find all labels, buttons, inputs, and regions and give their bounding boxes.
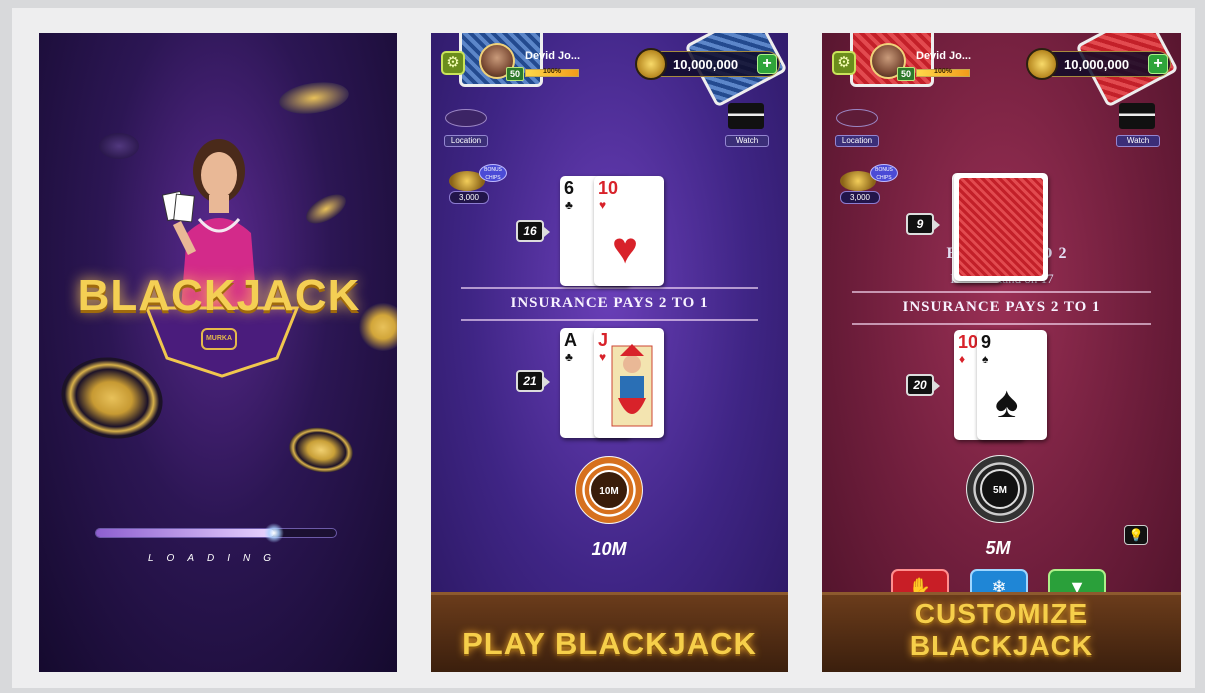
- game-logo: BLACKJACK: [77, 271, 361, 320]
- card-back-pattern: [959, 178, 1043, 276]
- club-icon: ♣: [565, 198, 573, 212]
- player-level-badge: 50: [897, 67, 915, 81]
- coin-balance-value: 10,000,000: [673, 57, 739, 72]
- player-level-badge: 50: [506, 67, 524, 81]
- clapperboard-icon: [1119, 103, 1155, 129]
- watch-button[interactable]: Watch: [725, 135, 769, 147]
- player-score: 21: [516, 370, 550, 392]
- coin-balance: 10,000,000 +: [1026, 48, 1171, 80]
- loading-progress-bar: [95, 523, 337, 543]
- player-score: 20: [906, 374, 940, 396]
- card-rank: 10: [958, 332, 979, 352]
- loading-glow-icon: [263, 523, 284, 543]
- heart-icon: ♥: [599, 198, 607, 212]
- diamond-icon: ♦: [959, 352, 966, 366]
- insurance-text: INSURANCE PAYS 2 TO 1: [510, 295, 709, 311]
- coin-balance-value: 10,000,000: [1064, 57, 1130, 72]
- floating-chip-icon: [277, 78, 351, 118]
- club-icon: ♣: [565, 350, 573, 364]
- spade-icon: ♠: [982, 352, 989, 366]
- player-name: Devid Jo...: [525, 50, 581, 62]
- floating-chip-icon: [301, 188, 351, 230]
- card-rank: 10: [598, 178, 619, 198]
- bonus-chips-tag: BONUS CHIPS: [479, 164, 507, 182]
- brand-badge: MURKA: [201, 328, 237, 350]
- bet-chip-label: 5M: [980, 469, 1020, 509]
- player-name: Devid Jo...: [916, 50, 972, 62]
- add-coins-button[interactable]: +: [757, 54, 777, 74]
- bet-amount: 5M: [985, 538, 1011, 558]
- spade-icon: ♠: [995, 378, 1019, 427]
- loading-progress-fill: [96, 529, 274, 537]
- dealer-score: 9: [906, 213, 940, 235]
- xp-text: 100%: [543, 68, 561, 75]
- bet-chip[interactable]: 10M: [575, 456, 643, 524]
- coin-balance: 10,000,000 +: [635, 48, 780, 80]
- xp-text: 100%: [934, 68, 952, 75]
- location-badge-icon: [445, 109, 487, 127]
- card-rank: 9: [981, 332, 992, 352]
- bet-chip[interactable]: 5M: [966, 455, 1034, 523]
- chip-stack-icon: [635, 48, 667, 80]
- heart-icon: ♥: [599, 350, 607, 364]
- jack-portrait-icon: [611, 344, 653, 427]
- watch-button[interactable]: Watch: [1116, 135, 1160, 147]
- floating-chip-icon: [285, 422, 357, 478]
- card-rank: A: [564, 330, 577, 350]
- add-coins-button[interactable]: +: [1148, 54, 1168, 74]
- bet-chip-label: 10M: [589, 470, 629, 510]
- loading-screen: BLACKJACK MURKA LOADING: [39, 33, 397, 672]
- hint-lightbulb-icon[interactable]: 💡: [1124, 525, 1148, 545]
- play-table-screen: ⚙ 50 Devid Jo... 100% 10,000,000 + Locat…: [431, 33, 788, 672]
- player-card: J ♥: [594, 328, 664, 438]
- floating-chip-icon: [99, 133, 139, 159]
- screen-caption: PLAY BLACKJACK: [462, 626, 757, 661]
- player-card: 9 ♠ ♠: [977, 330, 1047, 440]
- card-rank: 6: [564, 178, 575, 198]
- bonus-chips-value: 3,000: [840, 191, 880, 204]
- clapperboard-icon: [728, 103, 764, 129]
- location-button[interactable]: Location: [444, 135, 488, 147]
- settings-gear-icon[interactable]: ⚙: [832, 51, 856, 75]
- chip-stack-icon: [1026, 48, 1058, 80]
- bet-amount: 10M: [591, 539, 627, 559]
- screen-caption: CUSTOMIZE BLACKJACK: [909, 598, 1094, 661]
- dealer-score: 16: [516, 220, 550, 242]
- card-rank: J: [598, 330, 609, 350]
- settings-gear-icon[interactable]: ⚙: [441, 51, 465, 75]
- bonus-chips-value: 3,000: [449, 191, 489, 204]
- dealer-hole-card: [954, 173, 1048, 281]
- dealer-card: 10 ♥ ♥: [594, 176, 664, 286]
- customize-table-screen: ⚙ 50 Devid Jo... 100% 10,000,000 + Locat…: [822, 33, 1181, 672]
- location-badge-icon: [836, 109, 878, 127]
- bonus-chips-tag: BONUS CHIPS: [870, 164, 898, 182]
- location-button[interactable]: Location: [835, 135, 879, 147]
- insurance-text: INSURANCE PAYS 2 TO 1: [902, 299, 1101, 315]
- heart-icon: ♥: [612, 224, 639, 273]
- loading-label: LOADING: [147, 553, 284, 564]
